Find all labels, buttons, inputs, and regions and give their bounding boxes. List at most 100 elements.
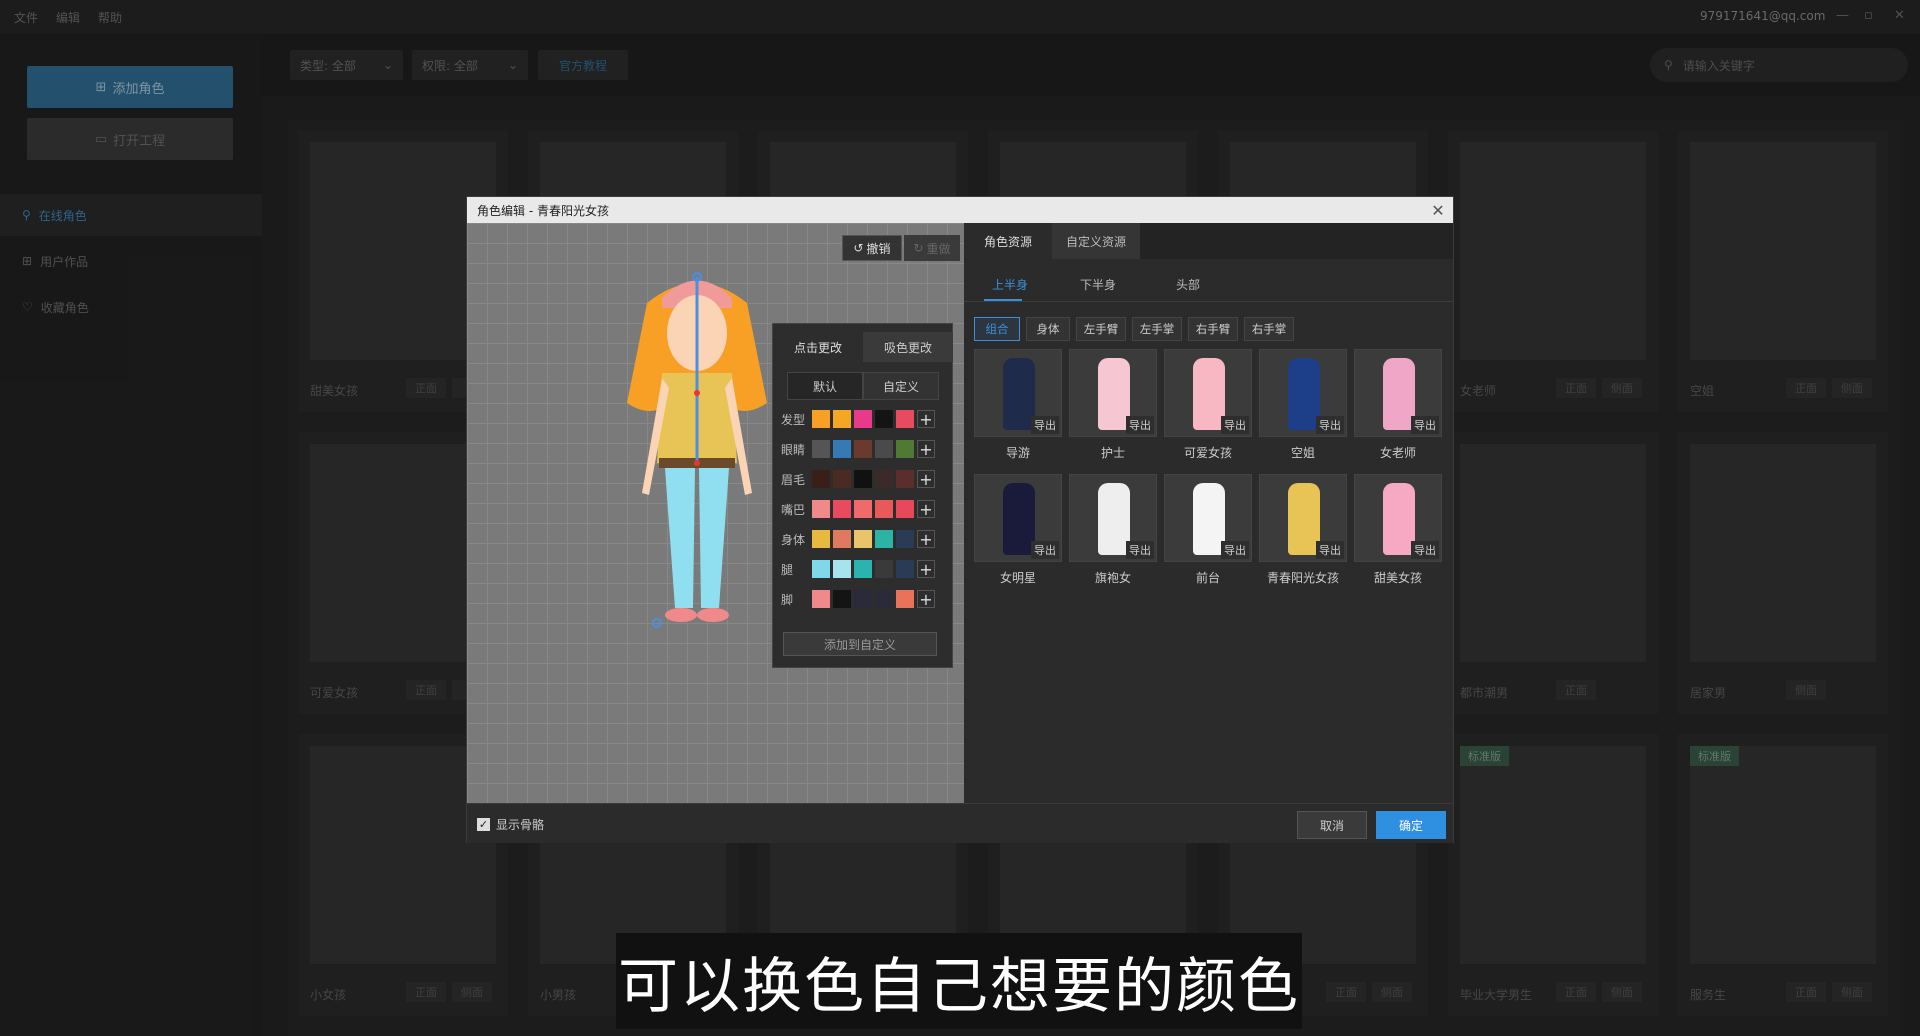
export-button[interactable]: 导出 [1031,541,1059,559]
category-pill[interactable]: 右手掌 [1244,317,1294,341]
role-thumbnail[interactable] [1690,746,1876,964]
cancel-button[interactable]: 取消 [1297,811,1367,839]
add-color-icon[interactable]: + [917,470,935,489]
front-view-button[interactable]: 正面 [1556,378,1596,398]
color-swatch[interactable] [833,470,851,488]
color-swatch[interactable] [896,590,914,608]
role-thumbnail[interactable] [1460,444,1646,662]
type-filter-select[interactable]: 类型: 全部 ⌄ [290,50,403,80]
color-swatch[interactable] [875,410,893,428]
undo-button[interactable]: ↺ 撤销 [842,235,902,261]
export-button[interactable]: 导出 [1221,541,1249,559]
front-view-button[interactable]: 正面 [406,982,446,1002]
open-project-button[interactable]: ▭ 打开工程 [27,118,233,160]
color-swatch[interactable] [854,590,872,608]
color-swatch[interactable] [854,560,872,578]
side-view-button[interactable]: 侧面 [1372,982,1412,1002]
side-view-button[interactable]: 侧面 [1602,982,1642,1002]
export-button[interactable]: 导出 [1031,416,1059,434]
tab-head[interactable]: 头部 [1176,271,1200,297]
category-pill[interactable]: 左手臂 [1076,317,1126,341]
add-color-icon[interactable]: + [917,590,935,609]
add-color-icon[interactable]: + [917,530,935,549]
side-view-button[interactable]: 侧面 [1832,982,1872,1002]
side-view-button[interactable]: 侧面 [1832,378,1872,398]
color-swatch[interactable] [875,440,893,458]
outfit-item[interactable]: 导出 [1164,349,1252,437]
export-button[interactable]: 导出 [1221,416,1249,434]
sidebar-item-user-works[interactable]: ⊞ 用户作品 [0,240,262,282]
outfit-item[interactable]: 导出 [1354,474,1442,562]
export-button[interactable]: 导出 [1316,416,1344,434]
add-color-icon[interactable]: + [917,500,935,519]
front-view-button[interactable]: 侧面 [1786,680,1826,700]
color-swatch[interactable] [896,560,914,578]
add-to-custom-button[interactable]: 添加到自定义 [783,632,937,656]
tab-custom[interactable]: 自定义 [863,372,939,400]
color-swatch[interactable] [812,410,830,428]
search-box[interactable]: ⚲ 请输入关键字 [1650,48,1908,82]
color-swatch[interactable] [854,410,872,428]
role-card[interactable]: 标准版 服务生 正面 侧面 [1678,734,1888,1016]
color-swatch[interactable] [833,440,851,458]
color-swatch[interactable] [833,560,851,578]
tab-click-change[interactable]: 点击更改 [773,332,863,362]
color-swatch[interactable] [854,500,872,518]
tab-role-resources[interactable]: 角色资源 [964,223,1052,259]
front-view-button[interactable]: 正面 [1786,378,1826,398]
tab-default[interactable]: 默认 [787,372,863,400]
close-window-icon[interactable]: ✕ [1894,8,1905,23]
color-swatch[interactable] [812,470,830,488]
category-pill[interactable]: 左手掌 [1132,317,1182,341]
add-color-icon[interactable]: + [917,410,935,429]
outfit-item[interactable]: 导出 [974,474,1062,562]
color-swatch[interactable] [833,410,851,428]
tab-eyedropper-change[interactable]: 吸色更改 [863,332,953,362]
color-swatch[interactable] [896,530,914,548]
color-swatch[interactable] [896,440,914,458]
role-card[interactable]: 标准版 毕业大学男生 正面 侧面 [1448,734,1658,1016]
tab-custom-resources[interactable]: 自定义资源 [1052,223,1140,259]
role-card[interactable]: 都市潮男 正面 [1448,432,1658,714]
color-swatch[interactable] [896,410,914,428]
sidebar-item-online-roles[interactable]: ⚲ 在线角色 [0,194,262,236]
color-swatch[interactable] [833,590,851,608]
minimize-icon[interactable]: — [1836,8,1849,23]
sidebar-item-favorites[interactable]: ♡ 收藏角色 [0,286,262,328]
side-view-button[interactable]: 侧面 [452,982,492,1002]
color-swatch[interactable] [812,500,830,518]
outfit-item[interactable]: 导出 [1259,349,1347,437]
menu-file[interactable]: 文件 [14,9,38,26]
export-button[interactable]: 导出 [1316,541,1344,559]
role-thumbnail[interactable] [1690,444,1876,662]
character-canvas[interactable]: ↺ 撤销 ↻ 重做 点击更改 吸色更改 默认 自定义 发型 + 眼睛 + 眉毛 + 嘴巴 + 身… [467,223,964,803]
add-role-button[interactable]: ⊞ 添加角色 [27,66,233,108]
role-card[interactable]: 空姐 正面 侧面 [1678,130,1888,412]
color-swatch[interactable] [854,530,872,548]
color-swatch[interactable] [875,500,893,518]
export-button[interactable]: 导出 [1126,416,1154,434]
color-swatch[interactable] [812,530,830,548]
role-card[interactable]: 女老师 正面 侧面 [1448,130,1658,412]
category-pill[interactable]: 身体 [1026,317,1070,341]
role-thumbnail[interactable] [1460,746,1646,964]
redo-button[interactable]: ↻ 重做 [904,235,960,261]
color-swatch[interactable] [854,470,872,488]
front-view-button[interactable]: 正面 [1326,982,1366,1002]
menu-edit[interactable]: 编辑 [56,9,80,26]
export-button[interactable]: 导出 [1411,541,1439,559]
account-label[interactable]: 979171641@qq.com [1700,9,1825,23]
role-card[interactable]: 居家男 侧面 [1678,432,1888,714]
official-tutorial-button[interactable]: 官方教程 [538,50,628,80]
outfit-item[interactable]: 导出 [1069,474,1157,562]
outfit-item[interactable]: 导出 [1354,349,1442,437]
add-color-icon[interactable]: + [917,440,935,459]
tab-lower-body[interactable]: 下半身 [1080,271,1116,297]
maximize-icon[interactable]: ▫ [1864,8,1873,23]
color-swatch[interactable] [812,440,830,458]
role-thumbnail[interactable] [1690,142,1876,360]
close-icon[interactable]: ✕ [1427,199,1449,221]
outfit-item[interactable]: 导出 [1259,474,1347,562]
color-swatch[interactable] [833,500,851,518]
color-swatch[interactable] [896,500,914,518]
